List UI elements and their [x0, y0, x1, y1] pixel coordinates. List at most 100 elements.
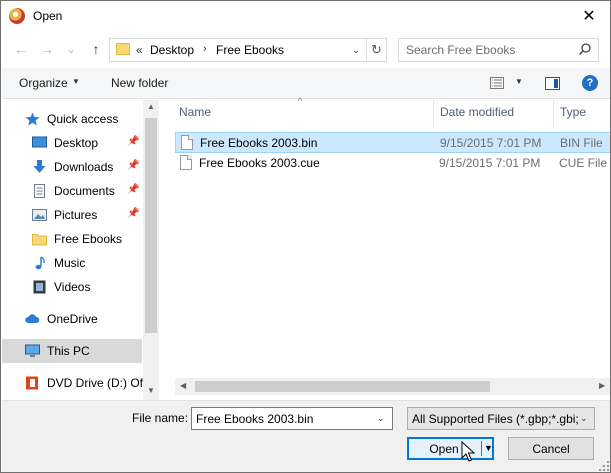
- nav-pane-scrollbar[interactable]: ▲ ▼: [143, 100, 159, 400]
- file-list-pane: ^ Name Date modified Type Free Ebooks 20…: [159, 96, 610, 400]
- file-date: 9/15/2015 7:01 PM: [440, 136, 542, 150]
- sidebar-item-label: DVD Drive (D:) Off: [47, 376, 147, 390]
- sidebar-item-videos[interactable]: Videos: [2, 275, 142, 299]
- sidebar-item-label: Desktop: [54, 136, 99, 150]
- title-bar: Open ✕: [1, 1, 610, 31]
- file-name-input[interactable]: Free Ebooks 2003.bin ⌄: [191, 407, 393, 430]
- refresh-button[interactable]: ↻: [366, 39, 386, 61]
- desktop-icon: [32, 136, 47, 148]
- sidebar-item-label: Documents: [54, 184, 115, 198]
- help-icon[interactable]: ?: [582, 75, 598, 91]
- mouse-cursor-icon: [461, 441, 475, 462]
- file-name: Free Ebooks 2003.bin: [200, 136, 318, 150]
- resize-grip-icon[interactable]: [598, 460, 610, 472]
- sidebar-item-music[interactable]: Music: [2, 251, 142, 275]
- scroll-left-icon[interactable]: ◀: [180, 381, 186, 390]
- sidebar-item-pictures[interactable]: Pictures 📌: [2, 203, 142, 227]
- folder-icon: [32, 234, 47, 246]
- sidebar-item-dvd-drive[interactable]: DVD Drive (D:) Off: [2, 371, 146, 395]
- sidebar-item-label: Downloads: [54, 160, 114, 174]
- sidebar-item-label: OneDrive: [47, 312, 98, 326]
- download-icon: [33, 160, 46, 173]
- recent-locations-button[interactable]: ⌄: [61, 39, 81, 59]
- file-type-filter-value: All Supported Files (*.gbp;*.gbi;: [412, 412, 579, 426]
- computer-icon: [25, 344, 40, 357]
- sidebar-item-label: Quick access: [47, 112, 119, 126]
- sidebar-item-label: Music: [54, 256, 86, 270]
- file-icon: [181, 135, 193, 150]
- horizontal-scrollbar[interactable]: ◀ ▶: [175, 378, 610, 395]
- scroll-down-icon[interactable]: ▼: [147, 386, 155, 395]
- up-button[interactable]: ↑: [86, 39, 106, 59]
- file-name-label: File name:: [132, 411, 189, 425]
- app-icon: [9, 8, 25, 24]
- breadcrumb-separator-icon[interactable]: ›: [203, 43, 207, 55]
- file-type-filter-select[interactable]: All Supported Files (*.gbp;*.gbi; ⌄: [407, 407, 595, 430]
- cancel-button[interactable]: Cancel: [508, 437, 594, 460]
- back-button[interactable]: ←: [11, 39, 31, 59]
- folder-icon: [116, 43, 130, 55]
- sidebar-item-free-ebooks[interactable]: Free Ebooks: [2, 227, 142, 251]
- address-bar[interactable]: « Desktop › Free Ebooks ⌄ ↻: [109, 38, 387, 62]
- file-date: 9/15/2015 7:01 PM: [439, 156, 541, 170]
- sidebar-item-onedrive[interactable]: OneDrive: [2, 307, 142, 331]
- breadcrumb-desktop[interactable]: Desktop: [150, 43, 194, 57]
- scroll-up-icon[interactable]: ▲: [147, 102, 155, 111]
- change-view-icon[interactable]: [490, 77, 504, 89]
- chevron-down-icon[interactable]: ⌄: [377, 413, 385, 424]
- file-icon: [180, 155, 192, 170]
- column-divider[interactable]: [433, 100, 434, 126]
- sidebar-item-label: Pictures: [54, 208, 98, 222]
- preview-pane-icon[interactable]: [545, 77, 560, 90]
- star-icon: [25, 112, 40, 126]
- sidebar-item-downloads[interactable]: Downloads 📌: [2, 155, 142, 179]
- search-icon: [578, 43, 591, 56]
- column-header-name[interactable]: Name: [179, 105, 211, 119]
- open-button[interactable]: Open ▼: [407, 437, 494, 460]
- scrollbar-thumb[interactable]: [145, 118, 157, 333]
- file-name-value: Free Ebooks 2003.bin: [196, 412, 314, 426]
- column-divider[interactable]: [553, 100, 554, 126]
- documents-icon: [34, 184, 45, 198]
- column-header-date-modified[interactable]: Date modified: [440, 105, 514, 119]
- up-arrow-icon: ↑: [92, 41, 100, 57]
- file-type: BIN File: [560, 136, 603, 150]
- column-header-type[interactable]: Type: [560, 105, 586, 119]
- close-icon: ✕: [582, 8, 596, 25]
- pin-icon: 📌: [127, 136, 140, 147]
- chevron-down-icon: ⌄: [66, 43, 76, 56]
- file-type: CUE File: [559, 156, 608, 170]
- organize-button[interactable]: Organize: [19, 76, 68, 90]
- sidebar-item-desktop[interactable]: Desktop 📌: [2, 131, 142, 155]
- sidebar-item-documents[interactable]: Documents 📌: [2, 179, 142, 203]
- overflow-chevron-icon[interactable]: «: [136, 43, 143, 57]
- views-dropdown-arrow-icon[interactable]: ▼: [515, 77, 523, 86]
- new-folder-button[interactable]: New folder: [111, 76, 168, 90]
- sidebar-item-label: Videos: [54, 280, 91, 294]
- close-button[interactable]: ✕: [567, 1, 610, 31]
- window-title: Open: [33, 9, 63, 23]
- chevron-down-icon: ⌄: [351, 44, 361, 56]
- pin-icon: 📌: [127, 160, 140, 171]
- forward-button[interactable]: →: [37, 39, 57, 59]
- open-options-arrow-icon[interactable]: ▼: [484, 443, 493, 453]
- sidebar-item-this-pc[interactable]: This PC: [2, 339, 142, 363]
- breadcrumb-free-ebooks[interactable]: Free Ebooks: [216, 43, 284, 57]
- back-arrow-icon: ←: [14, 41, 28, 57]
- dropdown-arrow-icon[interactable]: ▼: [72, 77, 80, 86]
- sidebar-item-quick-access[interactable]: Quick access: [2, 107, 142, 131]
- pin-icon: 📌: [127, 184, 140, 195]
- refresh-icon: ↻: [371, 42, 382, 57]
- scrollbar-thumb[interactable]: [195, 381, 490, 392]
- file-row[interactable]: Free Ebooks 2003.cue 9/15/2015 7:01 PM C…: [175, 153, 610, 174]
- file-row[interactable]: Free Ebooks 2003.bin 9/15/2015 7:01 PM B…: [175, 132, 610, 153]
- sidebar-item-label: This PC: [47, 344, 90, 358]
- search-placeholder: Search Free Ebooks: [406, 43, 516, 57]
- file-name: Free Ebooks 2003.cue: [199, 156, 320, 170]
- forward-arrow-icon: →: [40, 41, 54, 57]
- scroll-right-icon[interactable]: ▶: [599, 381, 605, 390]
- sidebar-item-label: Free Ebooks: [54, 232, 123, 246]
- music-icon: [35, 256, 45, 270]
- address-dropdown-button[interactable]: ⌄: [348, 41, 364, 59]
- search-input[interactable]: Search Free Ebooks: [398, 38, 599, 62]
